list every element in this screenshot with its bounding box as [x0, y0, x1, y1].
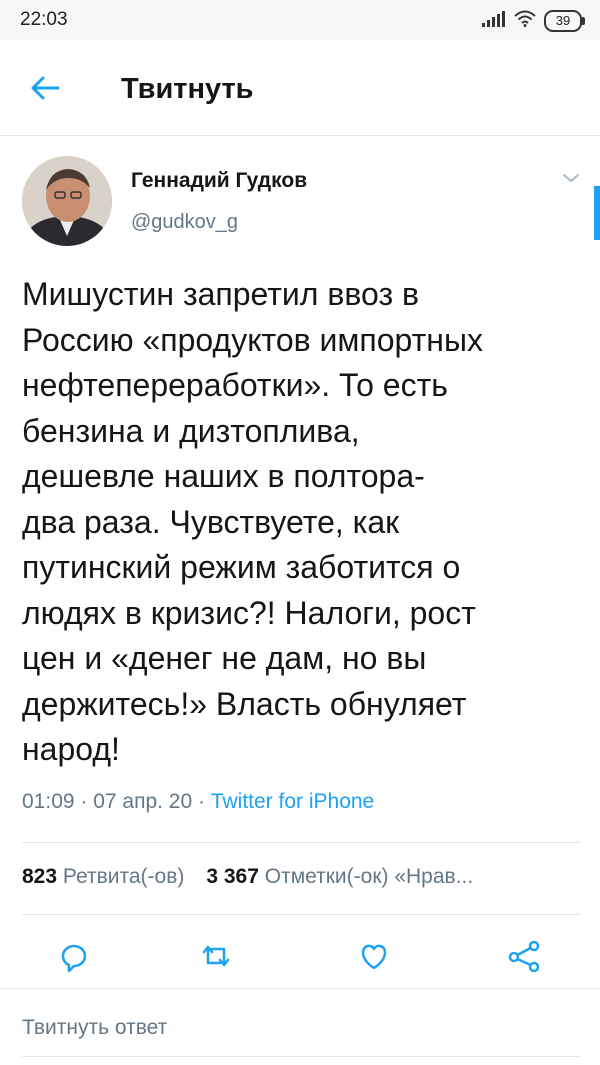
- battery-icon: 39: [544, 10, 585, 32]
- avatar[interactable]: [22, 156, 112, 246]
- heart-icon: [350, 932, 398, 980]
- divider: [22, 1056, 580, 1057]
- scrollbar[interactable]: [594, 186, 600, 240]
- tweet-source-link[interactable]: Twitter for iPhone: [211, 790, 374, 813]
- reply-icon: [50, 932, 98, 980]
- retweets-stat[interactable]: 823 Ретвита(-ов): [22, 865, 184, 888]
- divider: [0, 988, 600, 989]
- back-button[interactable]: [24, 70, 64, 106]
- like-button[interactable]: [350, 932, 398, 980]
- tweet-stats: 823 Ретвита(-ов) 3 367 Отметки(-ок) «Нрав…: [22, 865, 473, 889]
- reply-input[interactable]: Твитнуть ответ: [22, 1016, 167, 1040]
- likes-label: Отметки(-ок) «Нрав...: [264, 865, 474, 888]
- tweet-menu-button[interactable]: [560, 170, 582, 186]
- wifi-icon: [514, 10, 536, 32]
- likes-stat[interactable]: 3 367 Отметки(-ок) «Нрав...: [206, 865, 473, 888]
- tweet-text: Мишустин запретил ввоз в Россию «продукт…: [22, 276, 483, 767]
- page-title: Твитнуть: [121, 73, 254, 105]
- tweet-meta: 01:09 · 07 апр. 20 · Twitter for iPhone: [22, 790, 374, 814]
- author-name[interactable]: Геннадий Гудков: [131, 169, 307, 193]
- divider: [22, 842, 580, 843]
- divider: [22, 914, 580, 915]
- share-icon: [500, 932, 548, 980]
- status-icons: 39: [482, 10, 585, 32]
- chevron-down-icon: [560, 173, 582, 190]
- retweets-label: Ретвита(-ов): [62, 865, 185, 888]
- retweets-count: 823: [22, 865, 58, 888]
- tweet-timestamp: 01:09 · 07 апр. 20 ·: [22, 790, 211, 813]
- reply-button[interactable]: [50, 932, 98, 980]
- retweet-icon: [192, 932, 240, 980]
- retweet-button[interactable]: [192, 932, 240, 980]
- status-bar: 22:03 39: [0, 0, 600, 40]
- app-header: Твитнуть: [0, 40, 600, 136]
- share-button[interactable]: [500, 932, 548, 980]
- arrow-left-icon: [24, 76, 64, 110]
- signal-icon: [482, 10, 506, 32]
- author-handle[interactable]: @gudkov_g: [131, 211, 238, 234]
- status-time: 22:03: [20, 9, 68, 30]
- likes-count: 3 367: [206, 865, 259, 888]
